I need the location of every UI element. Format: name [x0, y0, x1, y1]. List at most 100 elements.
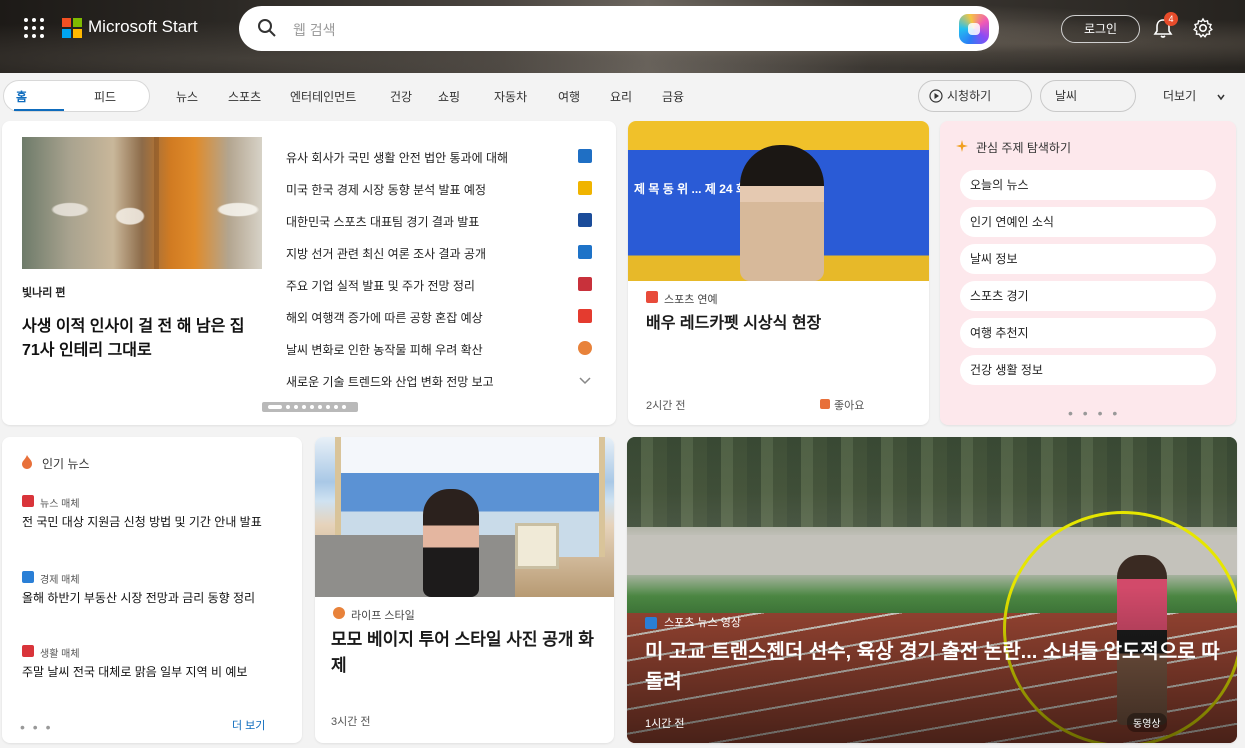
lifestyle-image[interactable] [315, 437, 614, 597]
search-input[interactable]: 웹 검색 [293, 20, 336, 40]
topic-chip[interactable]: 오늘의 뉴스 [960, 170, 1216, 200]
tab-shopping[interactable]: 쇼핑 [438, 88, 460, 105]
publisher-logo-icon [578, 277, 592, 291]
article-source: 경제 매체 [22, 571, 286, 586]
headline-text[interactable]: 지방 선거 관련 최신 여론 조사 결과 공개 [286, 245, 554, 262]
trending-card: 인기 뉴스 뉴스 매체 전 국민 대상 지원금 신청 방법 및 기간 안내 발표… [2, 437, 302, 743]
tab-health[interactable]: 건강 [390, 88, 412, 105]
list-item[interactable]: 미국 한국 경제 시장 동향 분석 발표 예정 [286, 175, 596, 207]
list-item[interactable]: 주요 기업 실적 발표 및 주가 전망 정리 [286, 271, 596, 303]
video-badge: 동영상 [1127, 713, 1167, 732]
headline-text[interactable]: 날씨 변화로 인한 농작물 피해 우려 확산 [286, 341, 554, 358]
hero-title[interactable]: 사생 이적 인사이 걸 전 해 남은 집 71사 인테리 그대로 [22, 315, 262, 363]
search-icon [258, 19, 276, 37]
active-tab-indicator [14, 109, 64, 111]
hero-source: 빛나리 편 [22, 287, 66, 299]
gear-icon[interactable] [1192, 17, 1214, 39]
article-title[interactable]: 배우 레드카펫 시상식 현장 [646, 313, 910, 335]
source-label: 스포츠 뉴스 영상 [664, 617, 742, 629]
list-item[interactable]: 생활 매체 주말 날씨 전국 대체로 맑음 일부 지역 비 예보 [22, 645, 286, 681]
article-time: 3시간 전 [331, 716, 371, 728]
reactions[interactable]: 좋아요 [820, 397, 864, 413]
hero-image[interactable] [22, 137, 262, 269]
chevron-down-icon[interactable] [578, 373, 592, 387]
lifestyle-card[interactable]: 라이프 스타일 모모 베이지 투어 스타일 사진 공개 화제 3시간 전 [315, 437, 614, 743]
headline-text[interactable]: 대한민국 스포츠 대표팀 경기 결과 발표 [286, 213, 554, 230]
article-title[interactable]: 주말 날씨 전국 대체로 맑음 일부 지역 비 예보 [22, 663, 286, 681]
copilot-icon[interactable] [959, 14, 989, 44]
celebrity-image[interactable]: 제 목 동 위 ... 제 24 회 [628, 121, 929, 281]
trending-title: 인기 뉴스 [42, 457, 90, 471]
tab-finance[interactable]: 금융 [662, 88, 684, 105]
watch-button[interactable]: 시청하기 [918, 80, 1032, 112]
more-button[interactable]: 더보기 [1150, 80, 1238, 112]
list-item[interactable]: 대한민국 스포츠 대표팀 경기 결과 발표 [286, 207, 596, 239]
tab-travel[interactable]: 여행 [558, 88, 580, 105]
headline-text[interactable]: 미국 한국 경제 시장 동향 분석 발표 예정 [286, 181, 554, 198]
topic-chip[interactable]: 건강 생활 정보 [960, 355, 1216, 385]
fire-icon [20, 455, 34, 469]
source-label: 라이프 스타일 [351, 610, 415, 622]
tab-news[interactable]: 뉴스 [176, 88, 198, 105]
fire-icon [820, 399, 830, 409]
publisher-logo-icon [646, 291, 658, 303]
list-item[interactable]: 유사 회사가 국민 생활 안전 법안 통과에 대해 [286, 143, 596, 175]
video-source: 스포츠 뉴스 영상 [645, 614, 741, 630]
weather-button[interactable]: 날씨 [1040, 80, 1136, 112]
video-title[interactable]: 미 고교 트랜스젠더 선수, 육상 경기 출전 논란... 소녀들 압도적으로 … [645, 637, 1225, 697]
tab-food[interactable]: 요리 [610, 88, 632, 105]
topics-card: 관심 주제 탐색하기 오늘의 뉴스 인기 연예인 소식 날씨 정보 스포츠 경기… [940, 121, 1236, 425]
publisher-logo-icon [333, 607, 345, 619]
login-button[interactable]: 로그인 [1061, 15, 1140, 43]
article-title[interactable]: 모모 베이지 투어 스타일 사진 공개 화제 [331, 627, 601, 679]
topic-chip[interactable]: 날씨 정보 [960, 244, 1216, 274]
publisher-logo-icon [578, 181, 592, 195]
topic-chip[interactable]: 스포츠 경기 [960, 281, 1216, 311]
app-launcher-icon[interactable] [24, 18, 44, 38]
list-item[interactable]: 해외 여행객 증가에 따른 공항 혼잡 예상 [286, 303, 596, 335]
publisher-logo-icon [578, 245, 592, 259]
list-item[interactable]: 경제 매체 올해 하반기 부동산 시장 전망과 금리 동향 정리 [22, 571, 286, 607]
tab-autos[interactable]: 자동차 [494, 88, 527, 105]
list-item[interactable]: 새로운 기술 트렌드와 산업 변화 전망 보고 [286, 367, 596, 399]
more-options-icon[interactable]: • • • [20, 719, 52, 735]
carousel-dots[interactable] [262, 402, 358, 412]
chevron-icon [1217, 94, 1225, 101]
top-header: Microsoft Start 웹 검색 로그인 4 [0, 0, 1245, 73]
headline-list: 유사 회사가 국민 생활 안전 법안 통과에 대해 미국 한국 경제 시장 동향… [286, 143, 596, 399]
publisher-logo-icon [22, 571, 34, 583]
weather-label: 날씨 [1055, 89, 1078, 103]
topic-chip[interactable]: 여행 추천지 [960, 318, 1216, 348]
celebrity-figure [740, 145, 824, 281]
publisher-logo-icon [578, 309, 592, 323]
celebrity-card[interactable]: 제 목 동 위 ... 제 24 회 스포츠 연예 배우 레드카펫 시상식 현장… [628, 121, 929, 425]
see-more-link[interactable]: 더 보기 [232, 717, 265, 733]
publisher-logo-icon [578, 341, 592, 355]
headline-text[interactable]: 새로운 기술 트렌드와 산업 변화 전망 보고 [286, 373, 554, 390]
topics-title: 관심 주제 탐색하기 [976, 141, 1071, 155]
brand-name[interactable]: Microsoft Start [88, 17, 198, 37]
more-dots-icon[interactable]: • • • • [1068, 405, 1120, 421]
more-label: 더보기 [1163, 89, 1197, 103]
publisher-logo-icon [578, 213, 592, 227]
tab-feed[interactable]: 피드 [94, 88, 116, 105]
headline-text[interactable]: 유사 회사가 국민 생활 안전 법안 통과에 대해 [286, 149, 554, 166]
list-item[interactable]: 뉴스 매체 전 국민 대상 지원금 신청 방법 및 기간 안내 발표 [22, 495, 286, 531]
tab-sports[interactable]: 스포츠 [228, 88, 261, 105]
publisher-logo-icon [22, 495, 34, 507]
article-source: 뉴스 매체 [22, 495, 286, 510]
list-item[interactable]: 지방 선거 관련 최신 여론 조사 결과 공개 [286, 239, 596, 271]
microsoft-logo-icon[interactable] [62, 18, 82, 38]
topic-chip[interactable]: 인기 연예인 소식 [960, 207, 1216, 237]
article-title[interactable]: 전 국민 대상 지원금 신청 방법 및 기간 안내 발표 [22, 513, 286, 531]
tab-home[interactable]: 홈 [16, 88, 27, 105]
article-title[interactable]: 올해 하반기 부동산 시장 전망과 금리 동향 정리 [22, 589, 286, 607]
headlines-card: 빛나리 편 사생 이적 인사이 걸 전 해 남은 집 71사 인테리 그대로 유… [2, 121, 616, 425]
play-icon [929, 89, 943, 103]
tab-entertainment[interactable]: 엔터테인먼트 [290, 88, 356, 105]
headline-text[interactable]: 해외 여행객 증가에 따른 공항 혼잡 예상 [286, 309, 554, 326]
headline-text[interactable]: 주요 기업 실적 발표 및 주가 전망 정리 [286, 277, 554, 294]
video-card[interactable]: 스포츠 뉴스 영상 미 고교 트랜스젠더 선수, 육상 경기 출전 논란... … [627, 437, 1237, 743]
search-bar[interactable]: 웹 검색 [239, 6, 999, 51]
list-item[interactable]: 날씨 변화로 인한 농작물 피해 우려 확산 [286, 335, 596, 367]
